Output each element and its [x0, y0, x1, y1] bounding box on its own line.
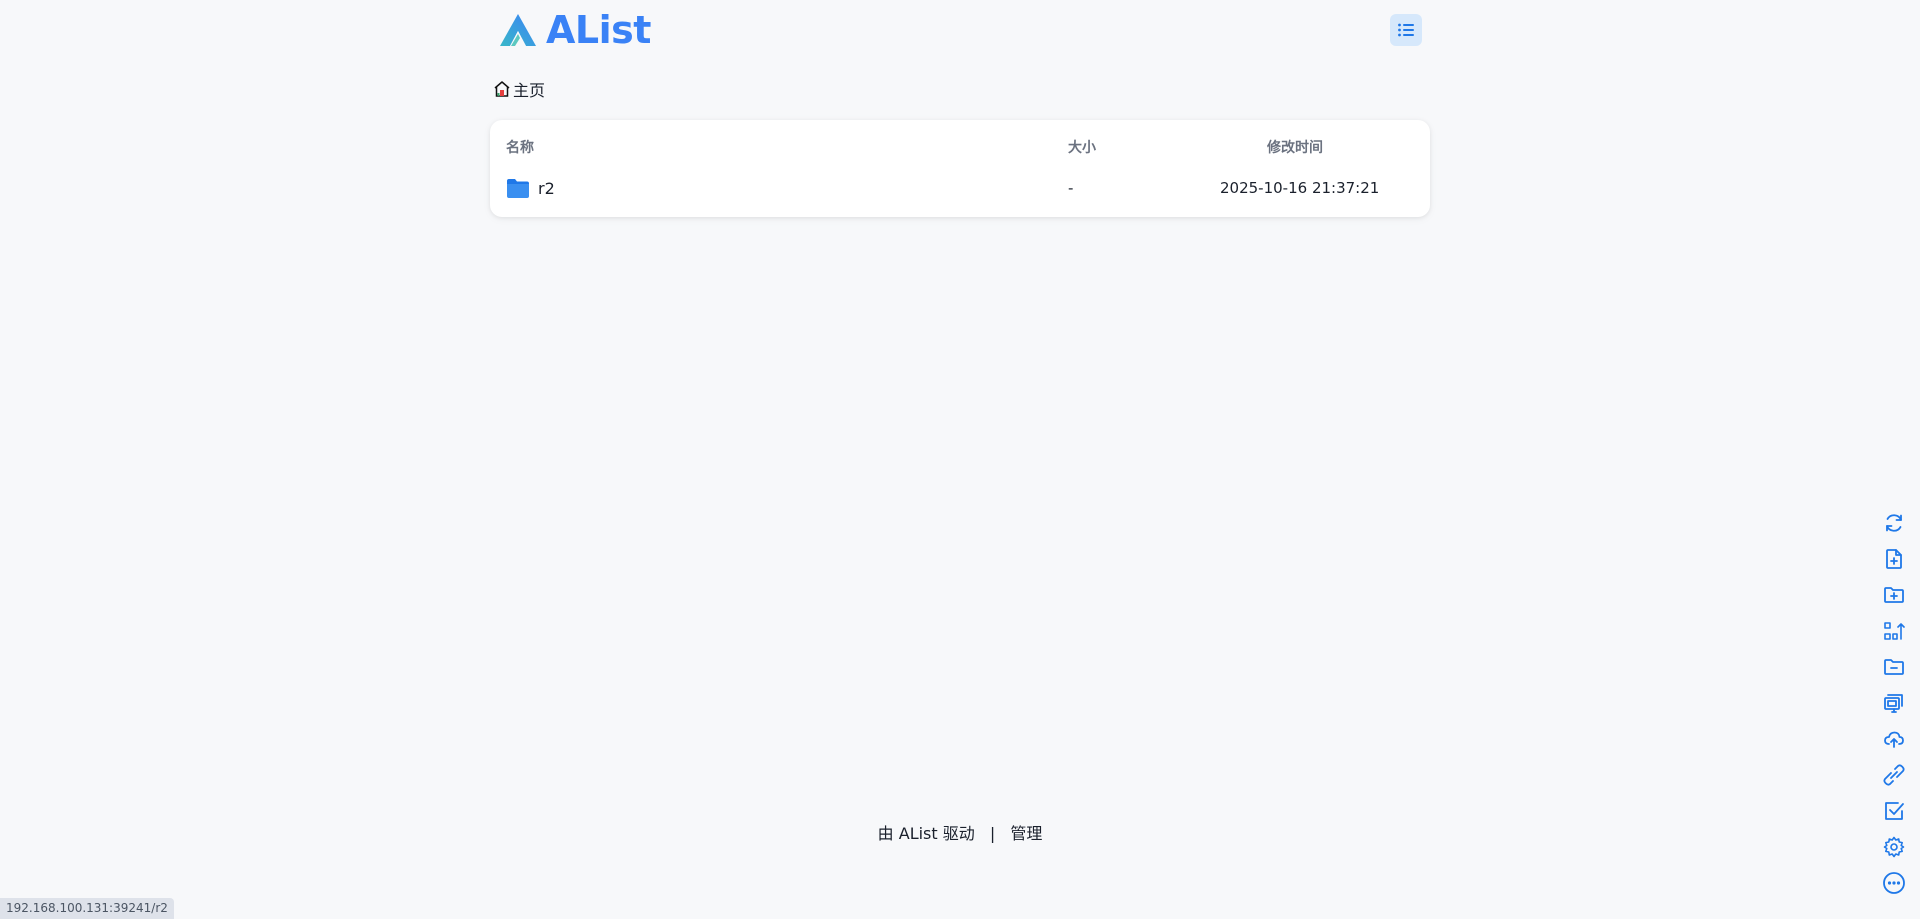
link-icon — [1883, 764, 1905, 786]
column-header-size[interactable]: 大小 — [1068, 137, 1096, 157]
folder-icon — [507, 179, 529, 198]
delete-folder-button[interactable] — [1878, 651, 1910, 683]
copy-move-icon — [1884, 694, 1903, 713]
column-header-name[interactable]: 名称 — [506, 137, 534, 157]
file-name-cell: r2 — [506, 177, 555, 199]
logo[interactable]: AList — [498, 10, 651, 50]
footer: 由 AList 驱动 | 管理 — [0, 820, 1920, 844]
file-modified-time: 2025-10-16 21:37:21 — [1220, 179, 1380, 197]
file-list-panel: 名称 大小 修改时间 r2 - 2025-10-16 21:37:21 — [490, 120, 1430, 217]
checkbox-icon — [1885, 802, 1904, 820]
file-size: - — [1068, 179, 1074, 197]
footer-separator: | — [989, 824, 996, 843]
alist-logo-icon — [500, 14, 536, 46]
file-name: r2 — [538, 178, 555, 198]
side-toolbar — [1868, 505, 1920, 905]
new-file-icon — [1886, 549, 1902, 569]
status-bar-url: 192.168.100.131:39241/r2 — [0, 898, 174, 919]
breadcrumb[interactable]: 主页 — [493, 78, 545, 100]
breadcrumb-home-label: 主页 — [513, 81, 546, 100]
logo-text: AList — [546, 8, 651, 52]
more-button[interactable] — [1878, 867, 1910, 899]
new-file-button[interactable] — [1878, 543, 1910, 575]
sort-button[interactable] — [1878, 615, 1910, 647]
refresh-button[interactable] — [1878, 507, 1910, 539]
home-icon — [494, 81, 510, 97]
refresh-icon — [1886, 514, 1902, 532]
column-header-modified[interactable]: 修改时间 — [1267, 137, 1323, 157]
more-icon — [1883, 872, 1905, 894]
offline-download-button[interactable] — [1878, 759, 1910, 791]
layout-toggle-button[interactable] — [1390, 14, 1422, 46]
copy-move-button[interactable] — [1878, 687, 1910, 719]
settings-button[interactable] — [1878, 831, 1910, 863]
header: AList — [490, 0, 1430, 60]
select-button[interactable] — [1878, 795, 1910, 827]
sort-icon — [1884, 622, 1905, 640]
list-icon — [1398, 23, 1414, 37]
table-row[interactable]: r2 - 2025-10-16 21:37:21 — [498, 168, 1422, 210]
settings-icon — [1883, 836, 1905, 858]
new-folder-button[interactable] — [1878, 579, 1910, 611]
powered-by-link[interactable]: 由 AList 驱动 — [878, 824, 975, 843]
new-folder-icon — [1884, 587, 1904, 603]
folder-minus-icon — [1884, 659, 1904, 675]
manage-link[interactable]: 管理 — [1010, 824, 1042, 843]
upload-button[interactable] — [1878, 723, 1910, 755]
upload-cloud-icon — [1884, 731, 1904, 748]
